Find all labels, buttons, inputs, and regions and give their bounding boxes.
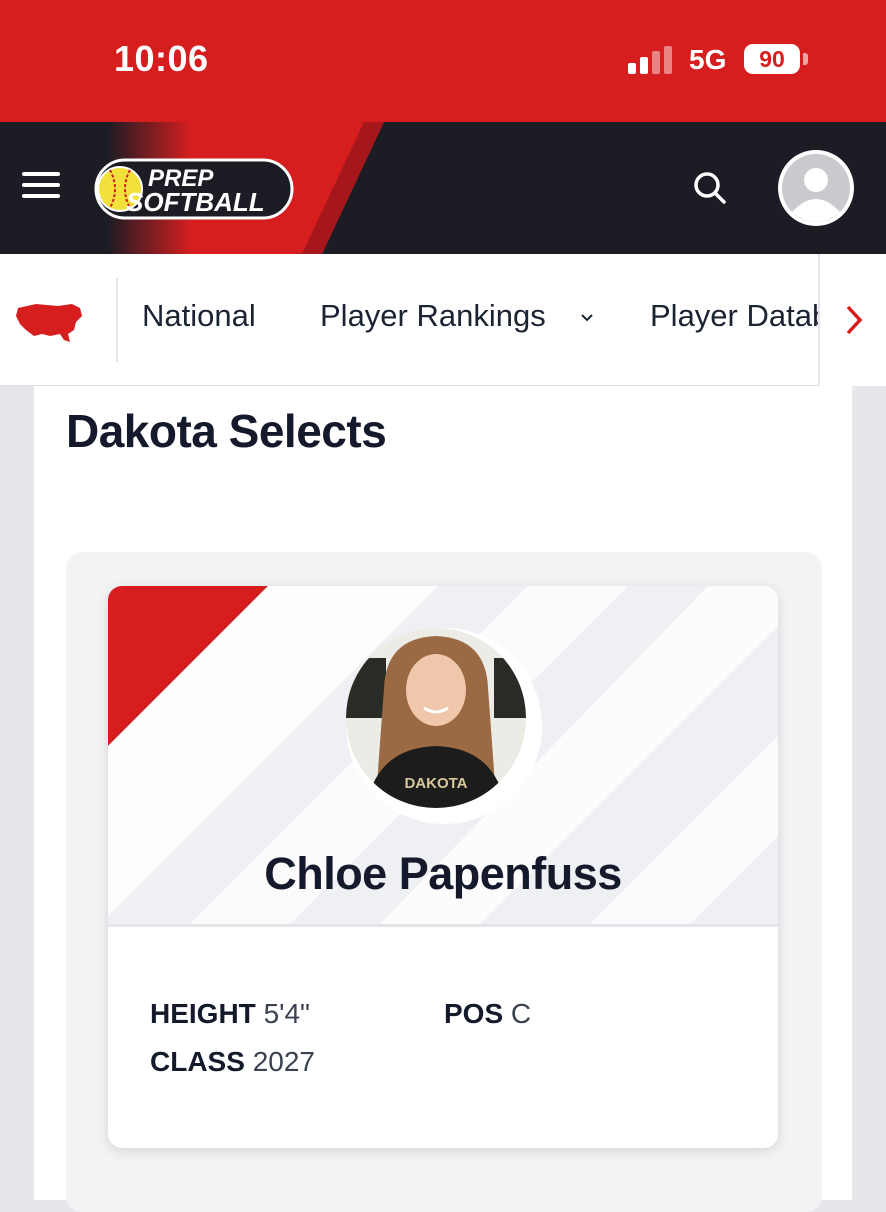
subnav-item-player-rankings[interactable]: Player Rankings [320, 298, 546, 334]
us-map-icon[interactable] [14, 298, 86, 344]
stat-height-label: HEIGHT [150, 998, 256, 1029]
battery-level: 90 [744, 44, 800, 74]
logo-line-2: SOFTBALL [126, 187, 265, 217]
signal-strength-icon [628, 46, 672, 74]
player-name[interactable]: Chloe Papenfuss [108, 848, 778, 900]
user-avatar-icon[interactable] [778, 150, 854, 226]
player-card-header: DAKOTA Chloe Papenfuss [108, 586, 778, 926]
hamburger-menu-icon[interactable] [22, 168, 62, 202]
status-time: 10:06 [114, 38, 209, 79]
stat-class-value: 2027 [252, 1046, 315, 1077]
stat-class: CLASS 2027 [150, 1046, 315, 1078]
search-icon[interactable] [690, 168, 730, 208]
photo-shirt-text: DAKOTA [404, 775, 467, 792]
stat-position: POS C [444, 998, 531, 1030]
page-title: Dakota Selects [66, 405, 387, 457]
sub-navigation: National Player Rankings Player Database [0, 254, 886, 386]
subnav-item-national[interactable]: National [142, 298, 256, 334]
stat-height: HEIGHT 5'4" [150, 998, 310, 1030]
player-card[interactable]: DAKOTA Chloe Papenfuss HEIGHT 5'4" POS C… [108, 586, 778, 1148]
stat-height-value: 5'4" [263, 998, 310, 1029]
chevron-down-icon[interactable] [579, 310, 595, 326]
stat-position-label: POS [444, 998, 504, 1029]
subnav-divider [116, 278, 118, 362]
subnav-item-player-database[interactable]: Player Database [650, 298, 822, 334]
player-photo: DAKOTA [346, 628, 542, 824]
stat-class-label: CLASS [150, 1046, 245, 1077]
prep-softball-logo[interactable]: PREP SOFTBALL [90, 154, 296, 226]
chevron-right-icon [846, 305, 863, 335]
stat-position-value: C [510, 998, 532, 1029]
top-navigation: PREP SOFTBALL [0, 122, 886, 254]
battery-nub [803, 53, 808, 65]
card-divider [108, 924, 778, 927]
subnav-scroll-right-button[interactable] [818, 254, 886, 386]
status-bar: 10:06 5G 90 [0, 0, 886, 122]
network-type: 5G [689, 44, 727, 75]
